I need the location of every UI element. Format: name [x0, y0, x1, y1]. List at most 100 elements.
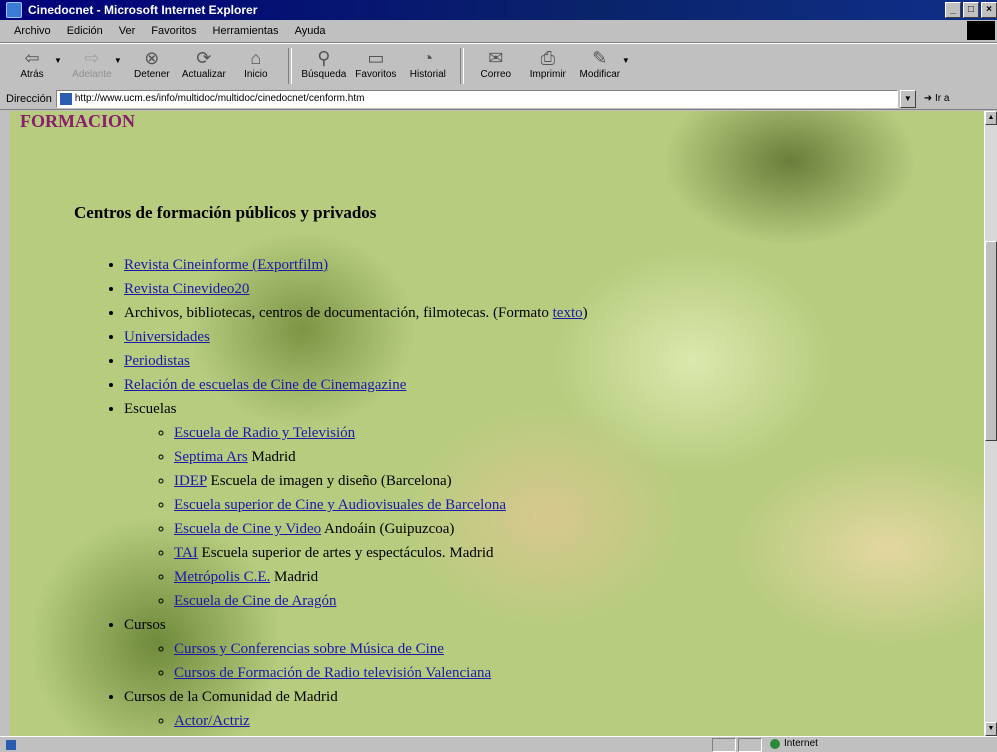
vertical-scrollbar[interactable]: ▲ ▼ [984, 111, 997, 736]
item-text: Cursos de la Comunidad de Madrid [124, 689, 338, 705]
item-text-after: Andoáin (Guipuzcoa) [321, 521, 455, 537]
toolbar-separator [459, 48, 464, 84]
link-actor-actriz[interactable]: Actor/Actriz [174, 713, 250, 729]
menu-ver[interactable]: Ver [119, 25, 136, 37]
item-text-after: ) [582, 305, 588, 321]
refresh-label: Actualizar [181, 69, 226, 80]
scroll-thumb[interactable] [985, 241, 997, 441]
menu-archivo[interactable]: Archivo [14, 25, 51, 37]
item-text: Cursos [124, 617, 166, 633]
back-dropdown-icon[interactable]: ▼ [54, 56, 62, 65]
history-label: Historial [409, 69, 446, 80]
back-button[interactable]: ⇦ Atrás [6, 47, 58, 80]
page-status-icon [6, 739, 16, 750]
print-label: Imprimir [529, 69, 566, 80]
status-bar: Internet [0, 736, 997, 752]
menu-ayuda[interactable]: Ayuda [295, 25, 326, 37]
link-escuela-cine-video[interactable]: Escuela de Cine y Video [174, 521, 321, 537]
menu-herramientas[interactable]: Herramientas [213, 25, 279, 37]
globe-icon [770, 738, 780, 749]
link-universidades[interactable]: Universidades [124, 329, 210, 345]
favorites-button[interactable]: ▭ Favoritos [350, 47, 402, 80]
list-item: Escuela de Radio y Televisión [174, 421, 588, 445]
link-tai[interactable]: TAI [174, 545, 198, 561]
link-metropolis[interactable]: Metrópolis C.E. [174, 569, 270, 585]
item-text-after: Escuela superior de artes y espectáculos… [197, 545, 494, 561]
link-cinemagazine[interactable]: Relación de escuelas de Cine de Cinemaga… [124, 377, 406, 393]
edit-label: Modificar [579, 69, 621, 80]
list-item: Cursos y Conferencias sobre Música de Ci… [174, 637, 588, 661]
minimize-button[interactable]: _ [945, 2, 961, 18]
stop-button[interactable]: ⊗ Detener [126, 47, 178, 80]
link-septima-ars[interactable]: Septima Ars [174, 449, 248, 465]
menu-favoritos[interactable]: Favoritos [151, 25, 196, 37]
window-controls: _ □ × [945, 2, 997, 18]
page-icon [59, 92, 72, 105]
forward-arrow-icon: ⇨ [84, 48, 100, 68]
standard-toolbar: ⇦ Atrás ▼ ⇨ Adelante ▼ ⊗ Detener ⟳ Actua… [0, 43, 997, 89]
link-periodistas[interactable]: Periodistas [124, 353, 190, 369]
ie-throbber-logo [967, 21, 995, 40]
back-arrow-icon: ⇦ [24, 48, 40, 68]
mail-label: Correo [480, 69, 512, 80]
list-item: TAI Escuela superior de artes y espectác… [174, 541, 588, 565]
address-dropdown-icon[interactable]: ▼ [899, 89, 916, 108]
printer-icon: ⎙ [540, 48, 556, 68]
list-item: Cursos Cursos y Conferencias sobre Músic… [124, 613, 588, 685]
link-texto[interactable]: texto [553, 305, 583, 321]
history-icon: ◔ [422, 48, 434, 68]
address-url: http://www.ucm.es/info/multidoc/multidoc… [74, 93, 365, 104]
toolbar-separator [287, 48, 292, 84]
edit-icon: ✎ [592, 48, 608, 68]
item-text-after: Madrid [270, 569, 319, 585]
scroll-up-icon[interactable]: ▲ [985, 111, 997, 125]
zone-label: Internet [784, 738, 818, 749]
link-cursos-musica-cine[interactable]: Cursos y Conferencias sobre Música de Ci… [174, 641, 444, 657]
status-pane [738, 738, 762, 752]
link-escuela-aragon[interactable]: Escuela de Cine de Aragón [174, 593, 336, 609]
maximize-button[interactable]: □ [963, 2, 979, 18]
address-input[interactable]: http://www.ucm.es/info/multidoc/multidoc… [55, 89, 898, 108]
print-button[interactable]: ⎙ Imprimir [522, 47, 574, 80]
list-item: Escuela superior de Cine y Audiovisuales… [174, 493, 588, 517]
link-list: Revista Cineinforme (Exportfilm) Revista… [70, 253, 588, 733]
menu-edicion[interactable]: Edición [67, 25, 103, 37]
forward-label: Adelante [72, 69, 112, 80]
forward-button[interactable]: ⇨ Adelante [66, 47, 118, 80]
edit-button[interactable]: ✎ Modificar [574, 47, 626, 80]
list-item: Archivos, bibliotecas, centros de docume… [124, 301, 588, 325]
scroll-down-icon[interactable]: ▼ [985, 722, 997, 736]
page-heading: FORMACION [20, 111, 135, 131]
menu-bar: Archivo Edición Ver Favoritos Herramient… [0, 20, 997, 43]
link-escuela-barcelona[interactable]: Escuela superior de Cine y Audiovisuales… [174, 497, 506, 513]
list-item: Cursos de la Comunidad de Madrid Actor/A… [124, 685, 588, 733]
forward-dropdown-icon[interactable]: ▼ [114, 56, 122, 65]
ie-app-icon [6, 2, 22, 18]
mail-button[interactable]: ✉ Correo [470, 47, 522, 80]
link-cursos-rtv-valenciana[interactable]: Cursos de Formación de Radio televisión … [174, 665, 491, 681]
link-cinevideo20[interactable]: Revista Cinevideo20 [124, 281, 249, 297]
title-bar: Cinedocnet - Microsoft Internet Explorer… [0, 0, 997, 20]
sublist-cursos: Cursos y Conferencias sobre Música de Ci… [124, 637, 588, 685]
go-button[interactable]: ➜ Ir a [924, 93, 950, 104]
security-zone: Internet [770, 738, 818, 749]
list-item: Metrópolis C.E. Madrid [174, 565, 588, 589]
list-item: Escuela de Cine de Aragón [174, 589, 588, 613]
home-button[interactable]: ⌂ Inicio [230, 47, 282, 80]
list-item: Periodistas [124, 349, 588, 373]
search-icon: ⚲ [317, 48, 331, 68]
list-item: Escuelas Escuela de Radio y Televisión S… [124, 397, 588, 613]
window-title: Cinedocnet - Microsoft Internet Explorer [28, 3, 258, 17]
stop-icon: ⊗ [144, 48, 160, 68]
link-cineinforme[interactable]: Revista Cineinforme (Exportfilm) [124, 257, 328, 273]
link-escuela-radio-tv[interactable]: Escuela de Radio y Televisión [174, 425, 355, 441]
favorites-label: Favoritos [355, 69, 397, 80]
sublist-escuelas: Escuela de Radio y Televisión Septima Ar… [124, 421, 588, 613]
history-button[interactable]: ◔ Historial [402, 47, 454, 80]
edit-dropdown-icon[interactable]: ▼ [622, 56, 630, 65]
search-button[interactable]: ⚲ Búsqueda [298, 47, 350, 80]
link-idep[interactable]: IDEP [174, 473, 207, 489]
close-button[interactable]: × [981, 2, 997, 18]
go-arrow-icon: ➜ [923, 93, 933, 104]
refresh-button[interactable]: ⟳ Actualizar [178, 47, 230, 80]
